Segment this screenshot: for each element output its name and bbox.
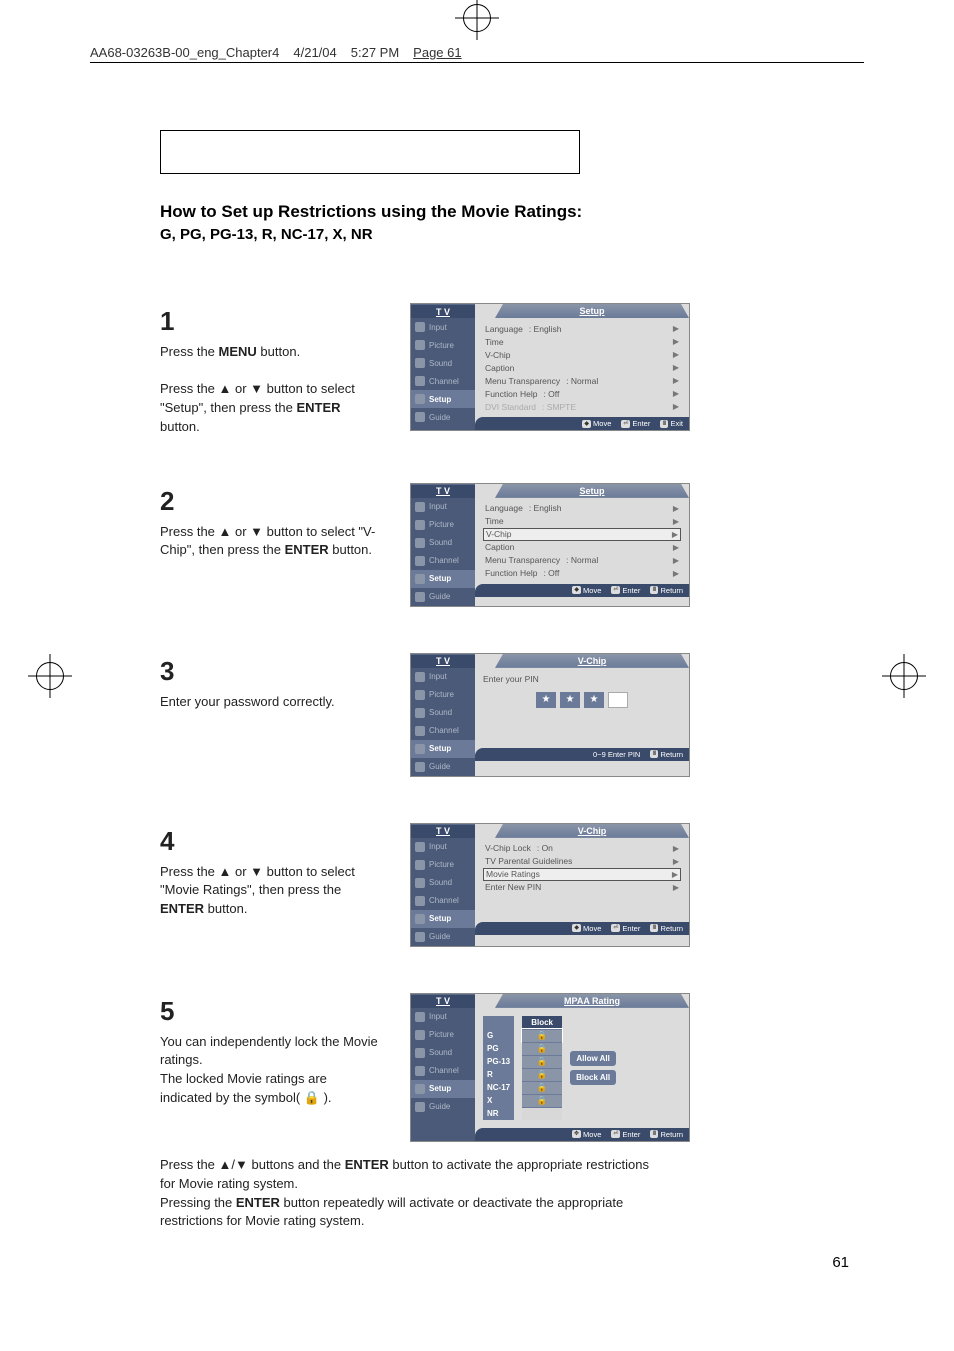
step-number: 2 <box>160 483 380 521</box>
side-channel: Channel <box>411 372 475 390</box>
side-picture: Picture <box>411 336 475 354</box>
content: How to Set up Restrictions using the Mov… <box>160 130 800 1231</box>
step-2: 2 Press the ▲ or ▼ button to select "V-C… <box>160 483 800 607</box>
channel-icon <box>415 376 425 386</box>
step-5-text: 5 You can independently lock the Movie r… <box>160 993 380 1108</box>
side-setup: Setup <box>411 390 475 408</box>
sound-icon <box>415 358 425 368</box>
file-time: 5:27 PM <box>351 45 399 60</box>
page-number: 61 <box>832 1254 849 1271</box>
osd-setup-1: T V Setup Input Picture Sound Channel Se… <box>410 303 690 431</box>
mpaa-block-col: Block 🔒 🔒 🔒 🔒 🔒 🔒 <box>522 1016 562 1120</box>
sub-title: G, PG, PG-13, R, NC-17, X, NR <box>160 226 800 243</box>
pin-label: Enter your PIN <box>483 672 681 686</box>
picture-icon <box>415 340 425 350</box>
pin-digit: ★ <box>584 692 604 708</box>
osd-main: Language: English▶ Time▶ V-Chip▶ Caption… <box>475 318 689 430</box>
osd-footer: ◆Move ⏎Enter ⅢExit <box>475 417 689 430</box>
osd-row-vchip-selected: V-Chip▶ <box>483 528 681 541</box>
step-1-text: 1 Press the MENU button. Press the ▲ or … <box>160 303 380 437</box>
guide-icon <box>415 412 425 422</box>
side-guide: Guide <box>411 408 475 426</box>
mpaa-grid: G PG PG-13 R NC-17 X NR Block 🔒 <box>483 1012 681 1124</box>
title-box <box>160 130 580 174</box>
allow-all-button: Allow All <box>570 1051 616 1066</box>
setup-icon <box>415 394 425 404</box>
main-title: How to Set up Restrictions using the Mov… <box>160 202 800 222</box>
step-3-text: 3 Enter your password correctly. <box>160 653 380 712</box>
step-4: 4 Press the ▲ or ▼ button to select "Mov… <box>160 823 800 947</box>
crop-mark-left <box>35 661 65 691</box>
file-date: 4/21/04 <box>293 45 336 60</box>
step-number: 3 <box>160 653 380 691</box>
lock-icon: 🔒 <box>537 1069 548 1080</box>
osd-pin: T V V-Chip Input Picture Sound Channel S… <box>410 653 690 777</box>
osd-sidebar: Input Picture Sound Channel Setup Guide <box>411 318 475 430</box>
osd-setup-2: T V Setup Input Picture Sound Channel Se… <box>410 483 690 607</box>
lock-icon: 🔒 <box>537 1095 548 1106</box>
osd-vchip: T V V-Chip Input Picture Sound Channel S… <box>410 823 690 947</box>
side-sound: Sound <box>411 354 475 372</box>
osd-tv-label: T V <box>411 304 475 318</box>
lock-icon: 🔒 <box>537 1043 548 1054</box>
step-number: 5 <box>160 993 380 1031</box>
step-number: 1 <box>160 303 380 341</box>
step-5: 5 You can independently lock the Movie r… <box>160 993 800 1142</box>
step-4-text: 4 Press the ▲ or ▼ button to select "Mov… <box>160 823 380 919</box>
block-all-button: Block All <box>570 1070 616 1085</box>
osd-row-movie-ratings-selected: Movie Ratings▶ <box>483 868 681 881</box>
lock-icon: 🔒 <box>537 1082 548 1093</box>
bottom-paragraphs: Press the ▲/▼ buttons and the ENTER butt… <box>160 1156 660 1231</box>
pin-digit-empty <box>608 692 628 708</box>
osd-mpaa: T V MPAA Rating Input Picture Sound Chan… <box>410 993 690 1142</box>
mpaa-buttons: Allow All Block All <box>570 1016 616 1120</box>
lock-icon: 🔒 <box>537 1056 548 1067</box>
step-2-text: 2 Press the ▲ or ▼ button to select "V-C… <box>160 483 380 560</box>
osd-title: Setup <box>495 304 689 318</box>
side-input: Input <box>411 318 475 336</box>
pin-entry: ★ ★ ★ <box>483 692 681 708</box>
file-page: Page 61 <box>413 45 461 60</box>
pin-digit: ★ <box>560 692 580 708</box>
pin-digit: ★ <box>536 692 556 708</box>
page: AA68-03263B-00_eng_Chapter4 4/21/04 5:27… <box>0 0 954 1351</box>
crop-mark-right <box>889 661 919 691</box>
file-name: AA68-03263B-00_eng_Chapter4 <box>90 45 279 60</box>
file-header: AA68-03263B-00_eng_Chapter4 4/21/04 5:27… <box>90 45 864 63</box>
step-1: 1 Press the MENU button. Press the ▲ or … <box>160 303 800 437</box>
mpaa-labels: G PG PG-13 R NC-17 X NR <box>483 1016 514 1120</box>
lock-icon: 🔒 <box>537 1030 548 1041</box>
input-icon <box>415 322 425 332</box>
step-3: 3 Enter your password correctly. T V V-C… <box>160 653 800 777</box>
arrow-icon: ▶ <box>673 324 679 333</box>
step-number: 4 <box>160 823 380 861</box>
